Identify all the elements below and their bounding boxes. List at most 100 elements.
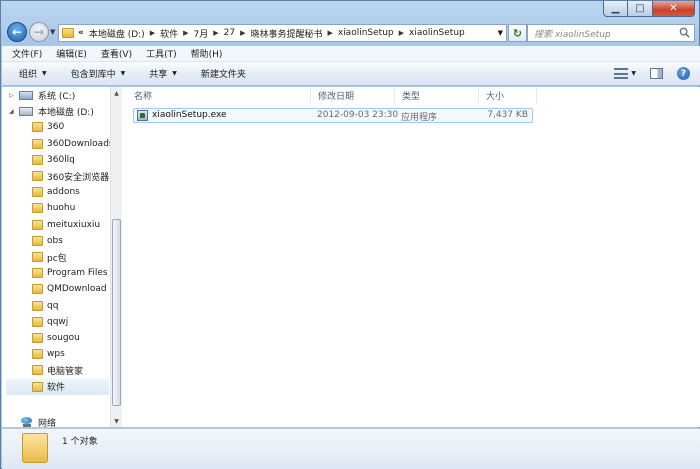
preview-pane-icon[interactable] [650, 68, 663, 79]
chevron-right-icon[interactable]: ▶ [240, 29, 245, 37]
tree-item[interactable]: 360 [2, 119, 64, 135]
breadcrumb-item[interactable]: xiaolinSetup [338, 28, 394, 38]
tree-item-label: qqwj [47, 316, 69, 327]
tree-item[interactable]: wps [2, 346, 65, 362]
breadcrumb-item[interactable]: 晓林事务提醒秘书 [250, 27, 322, 40]
refresh-button[interactable]: ↻ [508, 24, 527, 42]
tree-item-label: sougou [47, 333, 80, 343]
share-label: 共享 [149, 70, 168, 80]
folder-icon [22, 433, 48, 463]
chevron-expanded-icon[interactable]: ◢ [9, 108, 19, 115]
menu-help[interactable]: 帮助(H) [191, 47, 223, 60]
tree-item-label: 网络 [38, 419, 57, 427]
menu-view[interactable]: 查看(V) [101, 47, 132, 60]
tree-item[interactable]: 360Downloads [2, 136, 110, 152]
arrow-left-icon: ← [11, 25, 23, 39]
column-header-modified[interactable]: 修改日期 [311, 87, 395, 103]
forward-button[interactable]: → [29, 22, 49, 42]
back-button[interactable]: ← [7, 22, 27, 42]
column-header-type[interactable]: 类型 [395, 87, 479, 103]
menu-file[interactable]: 文件(F) [12, 47, 42, 60]
tree-item[interactable]: sougou [2, 330, 80, 346]
tree-item[interactable]: Program Files [2, 265, 108, 281]
column-header-size[interactable]: 大小 [479, 87, 537, 103]
drive-icon [19, 90, 33, 100]
organize-button[interactable]: 组织 ▼ [19, 67, 47, 80]
breadcrumb-item[interactable]: 软件 [160, 27, 178, 40]
tree-item[interactable]: meituxiuxiu [2, 217, 100, 233]
breadcrumb-item[interactable]: 7月 [193, 27, 208, 40]
file-row[interactable]: xiaolinSetup.exe 2012-09-03 23:30 应用程序 7… [133, 108, 533, 123]
tree-item-label: 360安全浏览器 [47, 172, 110, 183]
maximize-button[interactable]: □ [628, 1, 653, 17]
tree-item[interactable]: 360llq [2, 152, 75, 168]
tree-item[interactable]: pc包 [2, 249, 67, 265]
tree-item-label: Program Files [47, 268, 108, 279]
breadcrumb-item[interactable]: 27 [224, 28, 235, 38]
menu-tools[interactable]: 工具(T) [146, 47, 177, 60]
change-view-button[interactable]: ▼ [614, 68, 636, 79]
folder-icon [32, 154, 43, 165]
menu-bar: 文件(F) 编辑(E) 查看(V) 工具(T) 帮助(H) [2, 46, 700, 62]
folder-icon [32, 333, 43, 343]
share-button[interactable]: 共享 ▼ [149, 67, 177, 80]
tree-item-label: meituxiuxiu [47, 219, 101, 230]
folder-icon [32, 381, 43, 392]
chevron-right-icon[interactable]: ▶ [183, 29, 188, 37]
tree-item[interactable]: obs [2, 233, 63, 249]
arrow-right-icon: → [33, 25, 45, 39]
tree-item[interactable]: QMDownload [2, 281, 107, 297]
overflow-chevron[interactable]: « [78, 28, 84, 38]
tree-item[interactable]: 360安全浏览器 [2, 168, 109, 184]
folder-icon [32, 316, 43, 327]
folder-icon [32, 349, 43, 360]
scrollbar-thumb[interactable] [112, 219, 121, 406]
file-modified: 2012-09-03 23:30 [317, 110, 399, 120]
chevron-right-icon[interactable]: ▶ [327, 29, 332, 37]
tree-item-label: 软件 [47, 383, 66, 394]
chevron-right-icon[interactable]: ▶ [213, 29, 218, 37]
toolbar-right: ▼ ? [600, 67, 690, 80]
file-size: 7,437 KB [487, 110, 528, 120]
address-dropdown[interactable]: ▼ [498, 29, 503, 37]
folder-icon [32, 171, 43, 181]
tree-item-label: 系统 (C:) [38, 91, 76, 102]
folder-icon [32, 138, 43, 149]
tree-item[interactable]: qq [2, 298, 58, 314]
help-icon[interactable]: ? [677, 67, 690, 80]
list-view-icon [614, 68, 629, 79]
breadcrumb-item[interactable]: 本地磁盘 (D:) [89, 27, 145, 40]
scroll-up-icon[interactable]: ▲ [111, 87, 122, 99]
search-icon[interactable] [679, 27, 690, 38]
scroll-down-icon[interactable]: ▼ [111, 415, 122, 427]
tree-item[interactable]: ▷ 系统 (C:) [2, 87, 75, 103]
chevron-down-icon: ▼ [50, 28, 56, 36]
chevron-right-icon[interactable]: ▶ [150, 29, 155, 37]
nav-scrollbar[interactable]: ▲ ▼ [110, 87, 122, 427]
chevron-right-icon[interactable]: ▶ [399, 29, 404, 37]
chevron-collapsed-icon[interactable]: ▷ [9, 92, 19, 99]
breadcrumb-item[interactable]: xiaolinSetup [409, 28, 465, 38]
tree-item[interactable]: huohu [2, 200, 75, 216]
search-input[interactable]: 搜索 xiaolinSetup [527, 24, 695, 42]
tree-item-network[interactable]: 网络 [2, 415, 56, 427]
tree-item-label: qq [47, 300, 59, 311]
organize-label: 组织 [19, 70, 38, 80]
address-bar[interactable]: « 本地磁盘 (D:) ▶ 软件 ▶ 7月 ▶ 27 ▶ 晓林事务提醒秘书 ▶ xiaol… [58, 24, 507, 42]
minimize-button[interactable]: ▁ [603, 1, 628, 17]
window-controls: ▁ □ ✕ [603, 1, 695, 17]
chevron-down-icon: ▼ [631, 70, 636, 77]
tree-item[interactable]: 软件 [6, 378, 109, 395]
tree-item-label: huohu [47, 203, 76, 214]
tree-item[interactable]: qqwj [2, 314, 68, 330]
column-header-name[interactable]: 名称 [127, 87, 311, 103]
tree-item[interactable]: addons [2, 184, 80, 200]
close-button[interactable]: ✕ [653, 1, 695, 17]
menu-edit[interactable]: 编辑(E) [56, 47, 87, 60]
file-type: 应用程序 [401, 113, 438, 123]
recent-pages-dropdown[interactable]: ▼ [50, 28, 55, 36]
new-folder-button[interactable]: 新建文件夹 [201, 67, 246, 80]
include-library-button[interactable]: 包含到库中 ▼ [71, 67, 126, 80]
tree-item[interactable]: ◢ 本地磁盘 (D:) [2, 103, 94, 119]
tree-item[interactable]: 电脑管家 [2, 362, 83, 378]
